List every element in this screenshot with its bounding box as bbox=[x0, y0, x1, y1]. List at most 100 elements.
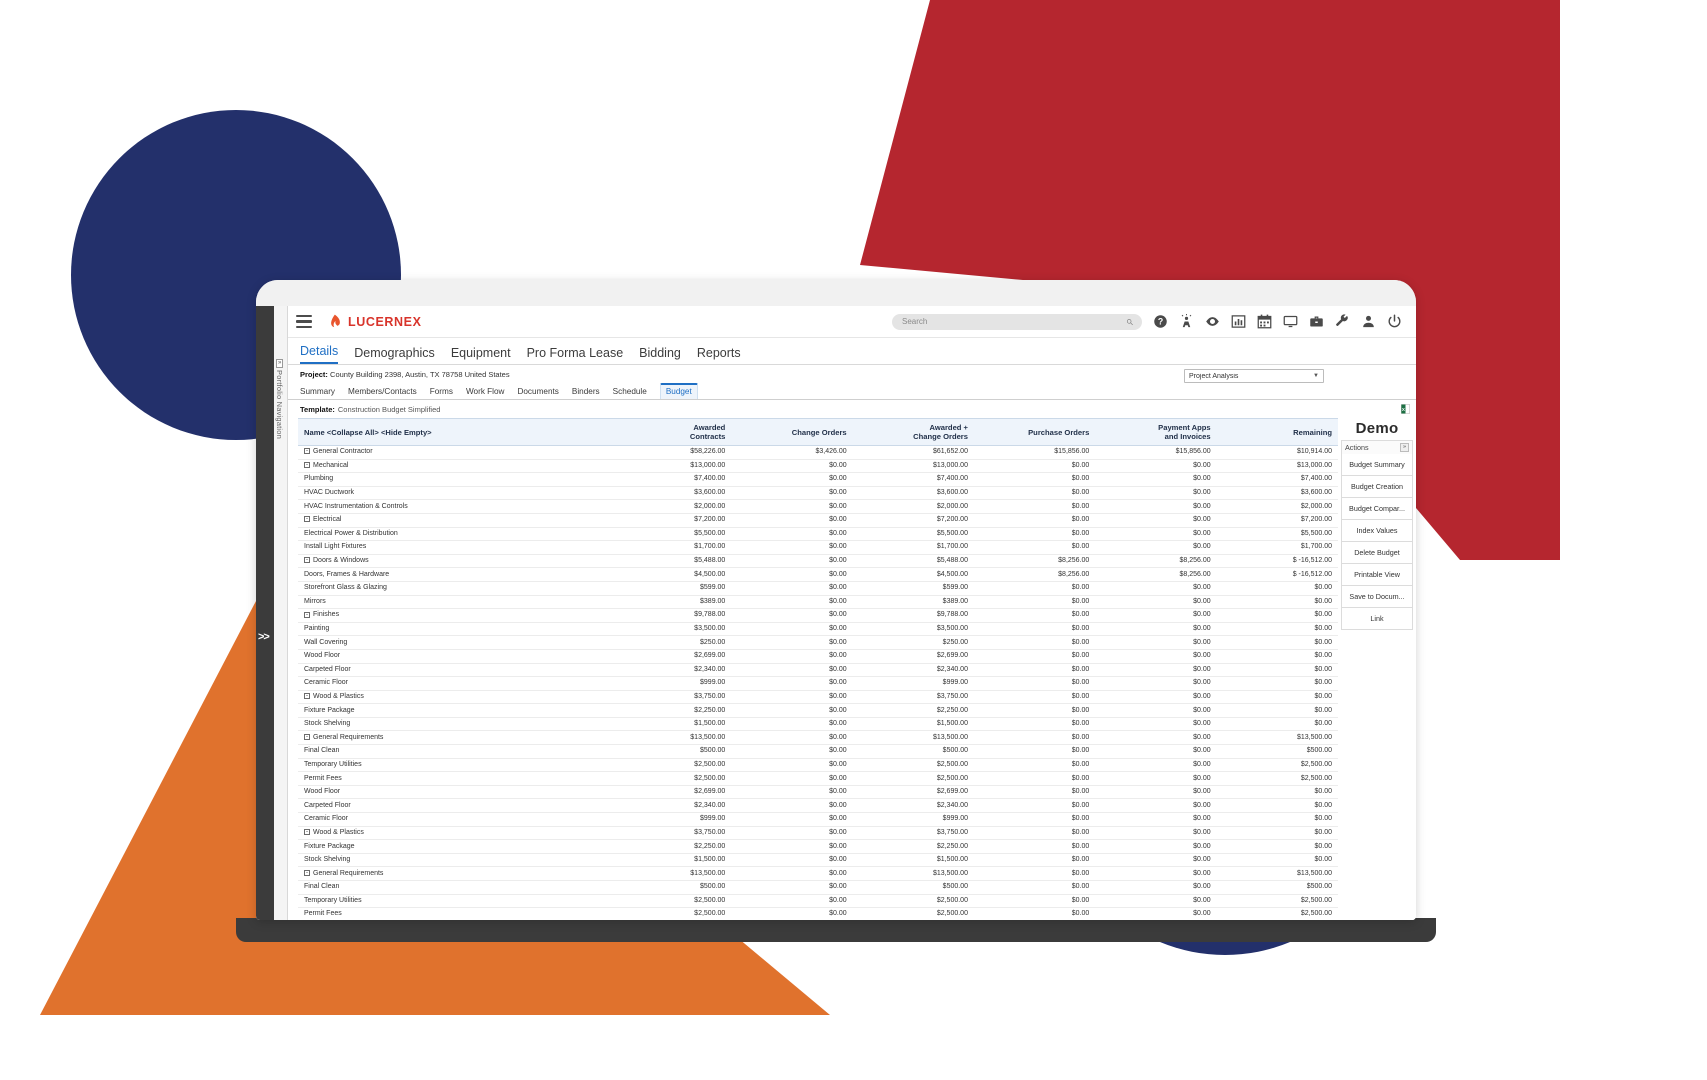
table-row[interactable]: Temporary Utilities $2,500.00 $0.00 $2,500.… bbox=[298, 894, 1338, 909]
row-name-cell[interactable]: Final Clean bbox=[298, 744, 610, 759]
table-row[interactable]: Stock Shelving $1,500.00 $0.00 $1,500.00 $0.… bbox=[298, 853, 1338, 868]
row-name-cell[interactable]: Mirrors bbox=[298, 595, 610, 610]
row-name-cell[interactable]: Fixture Package bbox=[298, 703, 610, 718]
column-awarded-plus-change[interactable]: Awarded + Change Orders bbox=[852, 418, 974, 446]
subtab-budget[interactable]: Budget bbox=[659, 383, 698, 399]
table-row[interactable]: - Doors & Windows $5,488.00 $0.00 $5,488.00 $… bbox=[298, 554, 1338, 569]
tab-reports[interactable]: Reports bbox=[697, 346, 741, 364]
action-button-link[interactable]: Link bbox=[1341, 608, 1413, 630]
action-button-budget-compar[interactable]: Budget Compar... bbox=[1341, 498, 1413, 520]
tab-bidding[interactable]: Bidding bbox=[639, 346, 681, 364]
row-name-cell[interactable]: Painting bbox=[298, 622, 610, 637]
action-button-delete-budget[interactable]: Delete Budget bbox=[1341, 542, 1413, 564]
row-name-cell[interactable]: - General Requirements bbox=[298, 866, 610, 881]
collapse-toggle-icon[interactable]: - bbox=[304, 516, 310, 523]
row-name-cell[interactable]: Ceramic Floor bbox=[298, 676, 610, 691]
rail-expand-toggle[interactable]: >> bbox=[258, 631, 270, 643]
subtab-schedule[interactable]: Schedule bbox=[613, 387, 647, 399]
subtab-work-flow[interactable]: Work Flow bbox=[466, 387, 505, 399]
table-row[interactable]: HVAC Instrumentation & Controls $2,000.00… bbox=[298, 499, 1338, 514]
table-row[interactable]: Mirrors $389.00 $0.00 $389.00 $0.00 $0.00 $0.0… bbox=[298, 595, 1338, 610]
table-row[interactable]: Carpeted Floor $2,340.00 $0.00 $2,340.00 $0.… bbox=[298, 798, 1338, 814]
table-row[interactable]: - Electrical $7,200.00 $0.00 $7,200.00 $0.00 $… bbox=[298, 513, 1338, 528]
table-row[interactable]: Electrical Power & Distribution $5,500.00… bbox=[298, 527, 1338, 542]
action-button-budget-summary[interactable]: Budget Summary bbox=[1341, 454, 1413, 476]
row-name-cell[interactable]: Carpeted Floor bbox=[298, 798, 610, 814]
table-row[interactable]: Temporary Utilities $2,500.00 $0.00 $2,500.… bbox=[298, 758, 1338, 773]
row-name-cell[interactable]: Permit Fees bbox=[298, 771, 610, 786]
subtab-documents[interactable]: Documents bbox=[517, 387, 558, 399]
subtab-summary[interactable]: Summary bbox=[300, 387, 335, 399]
brand-logo[interactable]: LUCERNEX bbox=[328, 314, 422, 329]
table-row[interactable]: Final Clean $500.00 $0.00 $500.00 $0.00 $0.00… bbox=[298, 880, 1338, 895]
table-row[interactable]: Fixture Package $2,250.00 $0.00 $2,250.00 $0… bbox=[298, 839, 1338, 854]
row-name-cell[interactable]: Storefront Glass & Glazing bbox=[298, 581, 610, 596]
action-button-index-values[interactable]: Index Values bbox=[1341, 520, 1413, 542]
collapse-toggle-icon[interactable]: - bbox=[304, 869, 310, 876]
expand-nav-icon[interactable]: » bbox=[276, 359, 284, 368]
row-name-cell[interactable]: Wall Covering bbox=[298, 635, 610, 650]
hamburger-menu-icon[interactable] bbox=[296, 314, 312, 329]
tab-pro-forma-lease[interactable]: Pro Forma Lease bbox=[527, 346, 624, 364]
row-name-cell[interactable]: Carpeted Floor bbox=[298, 663, 610, 678]
row-name-cell[interactable]: Temporary Utilities bbox=[298, 758, 610, 773]
collapse-toggle-icon[interactable]: - bbox=[304, 448, 310, 455]
row-name-cell[interactable]: Wood Floor bbox=[298, 649, 610, 664]
row-name-cell[interactable]: Ceramic Floor bbox=[298, 812, 610, 827]
monitor-icon[interactable] bbox=[1283, 314, 1298, 329]
table-row[interactable]: Permit Fees $2,500.00 $0.00 $2,500.00 $0.00 $… bbox=[298, 771, 1338, 786]
chevron-down-icon[interactable]: ▼ bbox=[1313, 373, 1319, 379]
tab-equipment[interactable]: Equipment bbox=[451, 346, 511, 364]
tab-details[interactable]: Details bbox=[300, 344, 339, 364]
table-row[interactable]: Storefront Glass & Glazing $599.00 $0.00 $5… bbox=[298, 581, 1338, 596]
row-name-cell[interactable]: - Electrical bbox=[298, 513, 610, 528]
table-row[interactable]: Doors, Frames & Hardware $4,500.00 $0.00 $4… bbox=[298, 567, 1338, 582]
table-row[interactable]: - General Requirements $13,500.00 $0.00 $13,… bbox=[298, 730, 1338, 746]
row-name-cell[interactable]: Install Light Fixtures bbox=[298, 540, 610, 555]
collapse-toggle-icon[interactable]: - bbox=[304, 829, 310, 836]
project-analysis-select[interactable]: Project Analysis ▼ bbox=[1184, 369, 1324, 383]
subtab-forms[interactable]: Forms bbox=[430, 387, 453, 399]
row-name-cell[interactable]: - General Requirements bbox=[298, 730, 610, 746]
row-name-cell[interactable]: Plumbing bbox=[298, 472, 610, 487]
row-name-cell[interactable]: Final Clean bbox=[298, 880, 610, 895]
row-name-cell[interactable]: Wood Floor bbox=[298, 785, 610, 800]
action-button-printable-view[interactable]: Printable View bbox=[1341, 564, 1413, 586]
row-name-cell[interactable]: HVAC Ductwork bbox=[298, 486, 610, 501]
briefcase-icon[interactable] bbox=[1309, 314, 1324, 329]
row-name-cell[interactable]: Fixture Package bbox=[298, 839, 610, 854]
table-row[interactable]: Ceramic Floor $999.00 $0.00 $999.00 $0.00 $0.… bbox=[298, 812, 1338, 827]
table-row[interactable]: Wood Floor $2,699.00 $0.00 $2,699.00 $0.00 $0… bbox=[298, 785, 1338, 800]
row-name-cell[interactable]: - Finishes bbox=[298, 608, 610, 623]
column-remaining[interactable]: Remaining bbox=[1216, 418, 1338, 446]
collapse-toggle-icon[interactable]: - bbox=[304, 693, 310, 700]
chart-icon[interactable] bbox=[1231, 314, 1246, 329]
collapse-panel-icon[interactable]: » bbox=[1399, 443, 1409, 452]
wrench-icon[interactable] bbox=[1335, 314, 1350, 329]
collapse-toggle-icon[interactable]: - bbox=[304, 733, 310, 740]
collapse-toggle-icon[interactable]: - bbox=[304, 462, 310, 469]
row-name-cell[interactable]: - Wood & Plastics bbox=[298, 826, 610, 841]
search-icon[interactable] bbox=[1126, 318, 1134, 326]
row-name-cell[interactable]: Temporary Utilities bbox=[298, 894, 610, 909]
table-row[interactable]: HVAC Ductwork $3,600.00 $0.00 $3,600.00 $0.0… bbox=[298, 486, 1338, 501]
power-icon[interactable] bbox=[1387, 314, 1402, 329]
action-button-save-to-docum[interactable]: Save to Docum... bbox=[1341, 586, 1413, 608]
column-name[interactable]: Name <Collapse All> <Hide Empty> bbox=[298, 418, 610, 446]
table-row[interactable]: - Finishes $9,788.00 $0.00 $9,788.00 $0.00 $0.… bbox=[298, 608, 1338, 623]
search-input[interactable] bbox=[900, 316, 1123, 327]
row-name-cell[interactable]: HVAC Instrumentation & Controls bbox=[298, 499, 610, 514]
table-row[interactable]: Fixture Package $2,250.00 $0.00 $2,250.00 $0… bbox=[298, 703, 1338, 718]
row-name-cell[interactable]: Doors, Frames & Hardware bbox=[298, 567, 610, 582]
table-row[interactable]: - Wood & Plastics $3,750.00 $0.00 $3,750.00 $… bbox=[298, 690, 1338, 705]
row-name-cell[interactable]: - Doors & Windows bbox=[298, 554, 610, 569]
table-row[interactable]: - General Contractor $58,226.00 $3,426.00 $6… bbox=[298, 445, 1338, 460]
row-name-cell[interactable]: Permit Fees bbox=[298, 907, 610, 920]
column-awarded-contracts[interactable]: Awarded Contracts bbox=[610, 418, 732, 446]
table-row[interactable]: Carpeted Floor $2,340.00 $0.00 $2,340.00 $0.… bbox=[298, 663, 1338, 678]
table-row[interactable]: Install Light Fixtures $1,700.00 $0.00 $1,7… bbox=[298, 540, 1338, 555]
table-row[interactable]: Final Clean $500.00 $0.00 $500.00 $0.00 $0.00… bbox=[298, 744, 1338, 759]
row-name-cell[interactable]: Stock Shelving bbox=[298, 717, 610, 732]
row-name-cell[interactable]: Electrical Power & Distribution bbox=[298, 527, 610, 542]
tab-demographics[interactable]: Demographics bbox=[354, 346, 435, 364]
